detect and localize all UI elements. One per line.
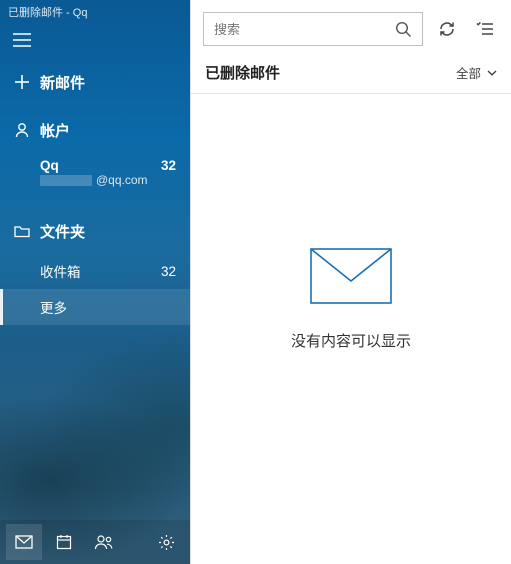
gear-icon [158, 534, 175, 551]
folder-more[interactable]: 更多 [0, 289, 190, 325]
person-icon [14, 122, 40, 138]
account-email-suffix: @qq.com [96, 173, 148, 187]
account-item[interactable]: Qq 32 @qq.com [0, 152, 190, 195]
menu-toggle-button[interactable] [0, 20, 44, 60]
folders-label: 文件夹 [40, 221, 85, 242]
search-input[interactable] [214, 22, 390, 37]
account-name: Qq [40, 158, 59, 173]
hamburger-icon [13, 33, 31, 47]
bottom-bar [0, 520, 190, 564]
folder-inbox[interactable]: 收件箱 32 [0, 253, 190, 289]
search-icon [395, 21, 412, 38]
content-pane: 已删除邮件 全部 没有内容可以显示 [190, 0, 511, 564]
mail-nav-button[interactable] [6, 524, 42, 560]
settings-nav-button[interactable] [148, 524, 184, 560]
search-box[interactable] [203, 12, 423, 46]
people-icon [94, 534, 114, 550]
folder-inbox-count: 32 [161, 264, 176, 279]
accounts-header[interactable]: 帐户 [0, 108, 190, 152]
accounts-label: 帐户 [40, 120, 70, 141]
search-button[interactable] [390, 21, 416, 38]
folder-inbox-label: 收件箱 [40, 261, 81, 281]
new-mail-label: 新邮件 [40, 72, 85, 93]
people-nav-button[interactable] [86, 524, 122, 560]
new-mail-button[interactable]: 新邮件 [0, 60, 190, 104]
mail-app: 已删除邮件 - Qq 新邮件 帐户 Qq 32 @qq.com [0, 0, 511, 564]
calendar-icon [56, 534, 72, 550]
calendar-nav-button[interactable] [46, 524, 82, 560]
empty-state: 没有内容可以显示 [191, 64, 511, 534]
account-email-redacted [40, 175, 92, 186]
select-mode-button[interactable] [471, 15, 499, 43]
account-unread-count: 32 [161, 158, 176, 173]
folders-header[interactable]: 文件夹 [0, 209, 190, 253]
mail-icon [15, 535, 33, 549]
refresh-icon [438, 20, 456, 38]
folder-more-label: 更多 [40, 297, 67, 317]
folder-icon [14, 224, 40, 238]
envelope-icon [310, 248, 392, 304]
empty-message: 没有内容可以显示 [291, 330, 411, 351]
sidebar: 已删除邮件 - Qq 新邮件 帐户 Qq 32 @qq.com [0, 0, 190, 564]
sync-button[interactable] [433, 15, 461, 43]
checklist-icon [476, 21, 494, 37]
window-title: 已删除邮件 - Qq [0, 0, 190, 20]
top-toolbar [191, 0, 511, 58]
plus-icon [14, 74, 40, 90]
